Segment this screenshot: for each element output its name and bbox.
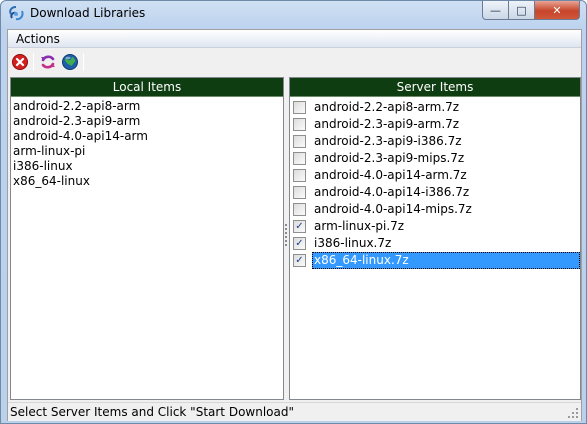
list-item[interactable]: ✓ x86_64-linux.7z xyxy=(290,252,580,269)
checkbox[interactable] xyxy=(293,101,306,114)
list-item[interactable]: android-2.2-api8-arm xyxy=(11,99,283,114)
server-item-label: android-2.3-api9-mips.7z xyxy=(314,151,465,165)
list-item[interactable]: i386-linux xyxy=(11,159,283,174)
toolbar xyxy=(8,49,581,75)
list-item[interactable]: android-2.3-api9-mips.7z xyxy=(290,150,580,167)
checkbox-checked[interactable]: ✓ xyxy=(293,254,306,267)
server-item-label: x86_64-linux.7z xyxy=(312,252,580,269)
list-item[interactable]: android-4.0-api14-i386.7z xyxy=(290,184,580,201)
server-item-label: android-4.0-api14-i386.7z xyxy=(314,185,470,199)
list-item[interactable]: x86_64-linux xyxy=(11,174,283,189)
list-item[interactable]: arm-linux-pi xyxy=(11,144,283,159)
status-text: Select Server Items and Click "Start Dow… xyxy=(10,405,294,419)
server-item-label: android-4.0-api14-arm.7z xyxy=(314,168,467,182)
checkbox[interactable] xyxy=(293,169,306,182)
list-item[interactable]: android-4.0-api14-arm.7z xyxy=(290,167,580,184)
minimize-icon: — xyxy=(490,3,501,17)
server-item-label: android-4.0-api14-mips.7z xyxy=(314,202,472,216)
server-items-panel: Server Items android-2.2-api8-arm.7z andr… xyxy=(289,77,581,400)
status-bar: Select Server Items and Click "Start Dow… xyxy=(8,402,581,421)
toolbar-separator xyxy=(83,53,84,71)
toolbar-separator xyxy=(33,53,34,71)
server-items-header: Server Items xyxy=(290,78,580,97)
window-title: Download Libraries xyxy=(30,6,146,20)
server-item-label: android-2.3-api9-i386.7z xyxy=(314,134,462,148)
list-item[interactable]: ✓ arm-linux-pi.7z xyxy=(290,218,580,235)
list-item[interactable]: android-2.3-api9-arm xyxy=(11,114,283,129)
menu-bar: Actions xyxy=(8,30,581,48)
checkbox-checked[interactable]: ✓ xyxy=(293,220,306,233)
download-libraries-window: Download Libraries — □ ✕ Actions Local I… xyxy=(0,0,587,424)
close-button[interactable]: ✕ xyxy=(534,1,580,20)
resize-grip-icon[interactable] xyxy=(568,408,579,419)
stop-icon[interactable] xyxy=(11,53,29,71)
menu-actions[interactable]: Actions xyxy=(16,32,60,46)
server-items-list[interactable]: android-2.2-api8-arm.7z android-2.3-api9-… xyxy=(290,97,580,269)
server-item-label: android-2.2-api8-arm.7z xyxy=(314,100,460,114)
minimize-button[interactable]: — xyxy=(482,1,509,20)
local-items-header: Local Items xyxy=(11,78,283,97)
app-swirl-icon xyxy=(9,6,24,21)
checkbox[interactable] xyxy=(293,135,306,148)
list-item[interactable]: android-4.0-api14-arm xyxy=(11,129,283,144)
server-item-label: i386-linux.7z xyxy=(314,236,392,250)
local-items-panel: Local Items android-2.2-api8-arm android… xyxy=(10,77,284,400)
list-item[interactable]: android-2.3-api9-arm.7z xyxy=(290,116,580,133)
list-item[interactable]: android-4.0-api14-mips.7z xyxy=(290,201,580,218)
list-item[interactable]: android-2.3-api9-i386.7z xyxy=(290,133,580,150)
client-area: Actions Local Items android-2.2-api8-arm… xyxy=(7,29,582,421)
checkbox-checked[interactable]: ✓ xyxy=(293,237,306,250)
checkbox[interactable] xyxy=(293,203,306,216)
server-item-label: android-2.3-api9-arm.7z xyxy=(314,117,460,131)
checkbox[interactable] xyxy=(293,186,306,199)
checkbox[interactable] xyxy=(293,118,306,131)
splitter-handle[interactable] xyxy=(285,224,288,250)
local-items-list[interactable]: android-2.2-api8-arm android-2.3-api9-ar… xyxy=(11,97,283,189)
close-icon: ✕ xyxy=(552,3,562,17)
refresh-icon[interactable] xyxy=(39,53,57,71)
maximize-icon: □ xyxy=(516,3,527,17)
title-bar[interactable]: Download Libraries — □ ✕ xyxy=(1,1,586,27)
checkbox[interactable] xyxy=(293,152,306,165)
globe-icon[interactable] xyxy=(61,53,79,71)
list-item[interactable]: ✓ i386-linux.7z xyxy=(290,235,580,252)
server-item-label: arm-linux-pi.7z xyxy=(314,219,405,233)
list-item[interactable]: android-2.2-api8-arm.7z xyxy=(290,99,580,116)
maximize-button[interactable]: □ xyxy=(508,1,535,20)
